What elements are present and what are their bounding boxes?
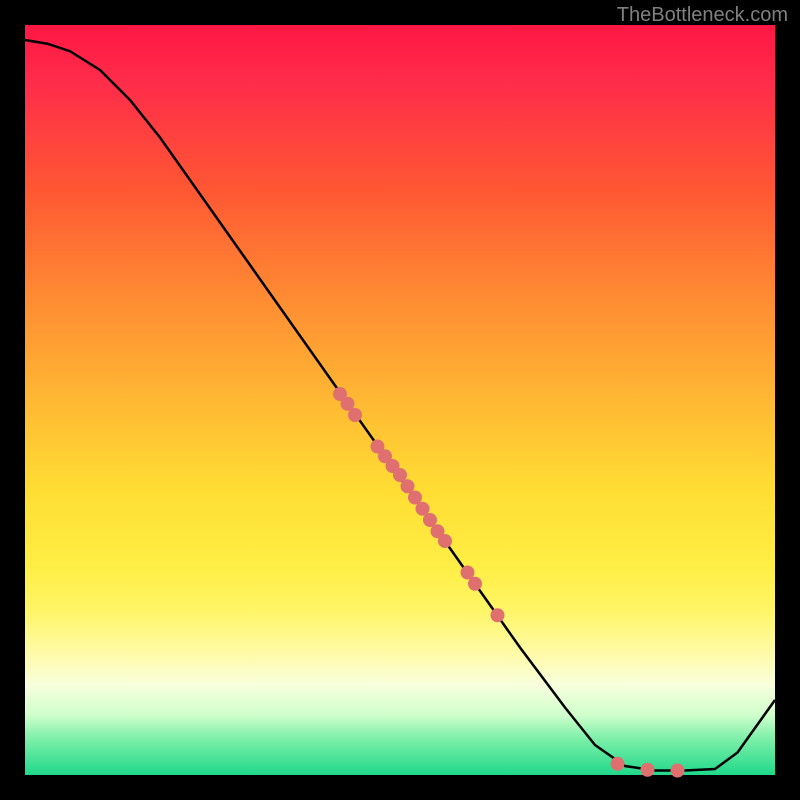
- chart-marker: [348, 408, 362, 422]
- watermark-text: TheBottleneck.com: [617, 4, 788, 27]
- chart-marker: [438, 534, 452, 548]
- chart-marker: [468, 577, 482, 591]
- chart-marker: [671, 764, 685, 778]
- chart-plot-area: [25, 25, 775, 775]
- chart-markers: [333, 387, 685, 778]
- chart-marker: [611, 757, 625, 771]
- chart-svg-layer: [25, 25, 775, 775]
- chart-curve: [25, 40, 775, 771]
- chart-marker: [641, 763, 655, 777]
- chart-marker: [491, 608, 505, 622]
